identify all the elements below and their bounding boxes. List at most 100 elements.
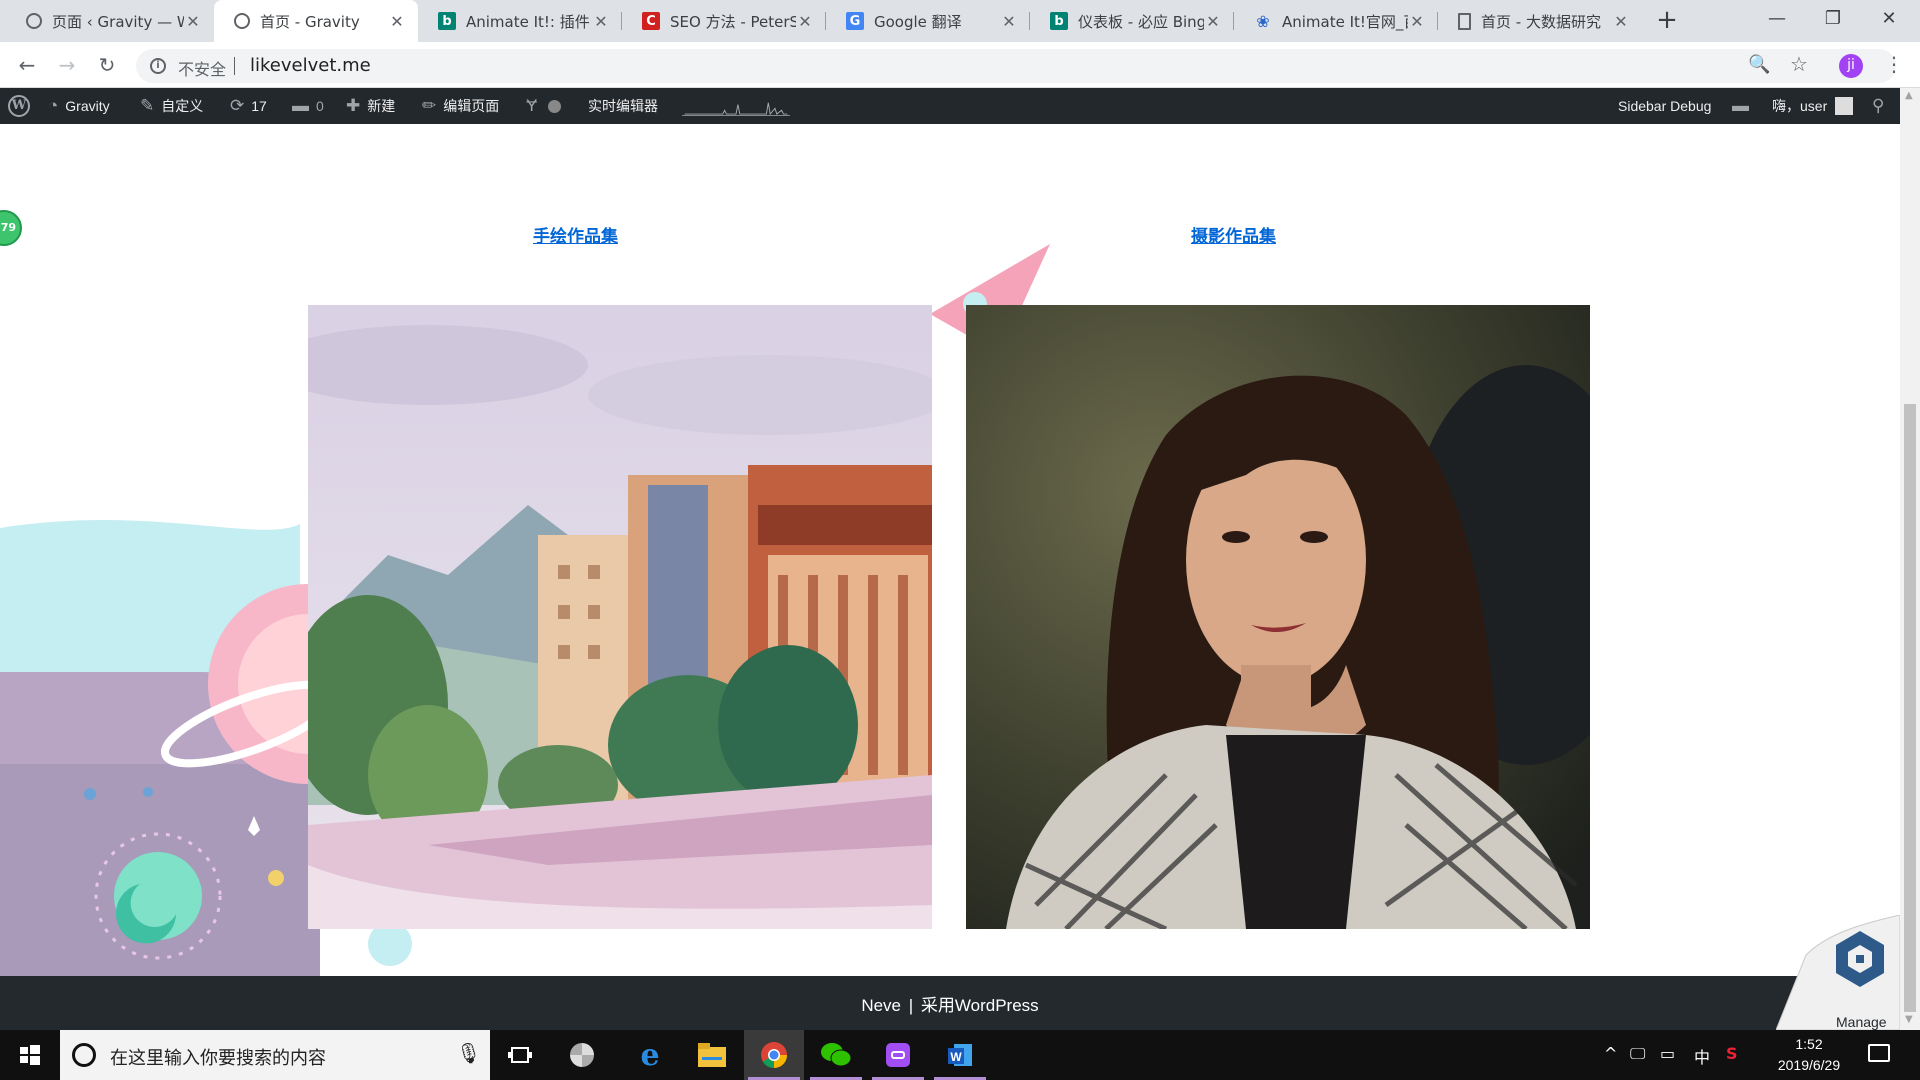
manage-widget[interactable]: [1776, 915, 1900, 1030]
tab-title: Animate It!: 插件: [466, 12, 590, 31]
input-method-indicator[interactable]: 中: [1694, 1044, 1710, 1068]
tab-big-data-research[interactable]: 首页 - 大数据研究 ✕: [1438, 0, 1642, 42]
task-view-icon: [508, 1047, 532, 1063]
close-icon[interactable]: ✕: [1408, 12, 1426, 31]
bing-icon: b: [1050, 12, 1068, 30]
security-label[interactable]: 不安全: [178, 56, 226, 80]
page-scrollbar[interactable]: ▲ ▼: [1900, 88, 1920, 1030]
yoast-seo-menu[interactable]: Ɏ: [526, 88, 562, 124]
close-icon[interactable]: ✕: [592, 12, 610, 31]
close-icon[interactable]: ✕: [1000, 12, 1018, 31]
minimize-button[interactable]: —: [1754, 0, 1800, 42]
watercolor-building-image[interactable]: [308, 305, 932, 929]
scroll-down-arrow-icon[interactable]: ▼: [1905, 1014, 1913, 1025]
notes-link[interactable]: ▬: [1732, 88, 1756, 124]
theme-link[interactable]: Neve: [861, 996, 901, 1015]
sidebar-debug-link[interactable]: Sidebar Debug: [1618, 88, 1711, 124]
show-hidden-icons-chevron-icon[interactable]: ^: [1604, 1044, 1617, 1063]
hand-drawn-portfolio-link[interactable]: 手绘作品集: [533, 222, 618, 247]
forward-button[interactable]: →: [52, 50, 82, 80]
live-editor-link[interactable]: 实时编辑器: [588, 88, 658, 124]
close-icon[interactable]: ✕: [796, 12, 814, 31]
comments-count: 0: [316, 98, 324, 114]
tab-title: 仪表板 - 必应 Bing: [1078, 12, 1204, 31]
tab-google-translate[interactable]: G Google 翻译 ✕: [826, 0, 1030, 42]
stats-sparkline[interactable]: [682, 96, 790, 116]
battery-icon[interactable]: ▭: [1660, 1044, 1675, 1063]
address-bar[interactable]: i 不安全 likevelvet.me 🔍 ☆: [136, 49, 1896, 83]
folder-icon: [698, 1043, 726, 1067]
photography-portfolio-link[interactable]: 摄影作品集: [1191, 222, 1276, 247]
account-menu[interactable]: 嗨，user: [1772, 88, 1854, 124]
tab-animate-it-official[interactable]: ❀ Animate It!官网_百 ✕: [1234, 0, 1438, 42]
back-button[interactable]: ←: [12, 50, 42, 80]
taskbar-search-box[interactable]: 在这里输入你要搜索的内容 🎙: [60, 1030, 490, 1080]
edit-page-link[interactable]: ✏ 编辑页面: [422, 88, 499, 124]
new-content-menu[interactable]: ✚ 新建: [346, 88, 395, 124]
sogou-ime-icon[interactable]: S: [1726, 1044, 1738, 1063]
manage-label[interactable]: Manage: [1836, 1014, 1887, 1030]
action-center-icon[interactable]: [1868, 1044, 1890, 1062]
wordpress-link[interactable]: 采用WordPress: [921, 996, 1039, 1015]
seo-status-dot: [548, 99, 562, 113]
network-icon[interactable]: 🖵: [1630, 1044, 1645, 1064]
yoast-icon: Ɏ: [526, 96, 538, 115]
new-label: 新建: [367, 98, 396, 114]
comments-link[interactable]: ▬ 0: [292, 88, 324, 124]
close-icon[interactable]: ✕: [184, 12, 202, 31]
plus-icon: ✚: [346, 96, 361, 115]
taskbar-app-pinwheel[interactable]: [552, 1030, 612, 1080]
tab-bing-dashboard[interactable]: b 仪表板 - 必应 Bing ✕: [1030, 0, 1234, 42]
taskbar-app-purple[interactable]: [868, 1030, 928, 1080]
pinwheel-app-icon: [570, 1043, 594, 1067]
live-editor-label: 实时编辑器: [588, 98, 658, 114]
bookmark-star-icon[interactable]: ☆: [1790, 52, 1808, 76]
new-tab-button[interactable]: +: [1652, 6, 1682, 36]
customize-link[interactable]: ✎ 自定义: [140, 88, 203, 124]
system-clock[interactable]: 1:52 2019/6/29: [1764, 1034, 1854, 1076]
browser-menu-icon[interactable]: ⋮: [1884, 52, 1904, 76]
scroll-up-arrow-icon[interactable]: ▲: [1905, 90, 1913, 101]
windows-taskbar: 在这里输入你要搜索的内容 🎙 e W ^ 🖵 ▭ 中 S 1:52 2019/6…: [0, 1030, 1920, 1080]
close-window-button[interactable]: ✕: [1866, 0, 1912, 42]
tab-pages-gravity[interactable]: 页面 ‹ Gravity — W ✕: [6, 0, 214, 42]
brush-icon: ✎: [140, 96, 155, 115]
taskbar-app-chrome[interactable]: [744, 1030, 804, 1080]
greeting: 嗨，user: [1772, 98, 1828, 114]
globe-icon: [26, 13, 42, 29]
info-icon[interactable]: i: [150, 58, 166, 74]
scroll-thumb[interactable]: [1904, 404, 1916, 1012]
taskbar-app-wechat[interactable]: [806, 1030, 866, 1080]
footer-credit: Neve | 采用WordPress: [0, 991, 1900, 1016]
wordpress-icon: W: [8, 95, 30, 117]
wordpress-logo-button[interactable]: W: [8, 88, 30, 124]
microphone-icon[interactable]: 🎙: [456, 1041, 481, 1065]
edge-icon: e: [640, 1037, 660, 1073]
close-icon[interactable]: ✕: [388, 12, 406, 31]
portrait-photo-image[interactable]: [966, 305, 1590, 929]
updates-count: 17: [251, 98, 267, 114]
svg-text:W: W: [950, 1050, 962, 1064]
tab-home-gravity[interactable]: 首页 - Gravity ✕: [214, 0, 418, 42]
taskbar-app-word[interactable]: W: [930, 1030, 990, 1080]
cortana-icon: [72, 1043, 96, 1067]
start-button[interactable]: [0, 1030, 58, 1080]
tab-animate-it-plugin[interactable]: b Animate It!: 插件 ✕: [418, 0, 622, 42]
tab-seo-methods[interactable]: C SEO 方法 - PeterS ✕: [622, 0, 826, 42]
profile-avatar[interactable]: ji: [1839, 54, 1863, 78]
taskbar-app-file-explorer[interactable]: [682, 1030, 742, 1080]
taskbar-app-edge[interactable]: e: [620, 1030, 680, 1080]
close-icon[interactable]: ✕: [1612, 12, 1630, 31]
updates-link[interactable]: ⟳ 17: [230, 88, 267, 124]
close-icon[interactable]: ✕: [1204, 12, 1222, 31]
site-name-menu[interactable]: ◔ Gravity: [48, 88, 110, 124]
zoom-icon[interactable]: 🔍: [1748, 54, 1770, 75]
wp-admin-bar: W ◔ Gravity ✎ 自定义 ⟳ 17 ▬ 0 ✚ 新建 ✏ 编辑页面 Ɏ…: [0, 88, 1900, 124]
search-link[interactable]: ⚲: [1872, 88, 1891, 124]
restore-button[interactable]: ❐: [1810, 0, 1856, 42]
url-text[interactable]: likevelvet.me: [250, 55, 371, 76]
task-view-button[interactable]: [490, 1030, 550, 1080]
globe-icon: [234, 13, 250, 29]
reload-button[interactable]: ↻: [92, 50, 122, 80]
tab-title: Animate It!官网_百: [1282, 12, 1408, 31]
